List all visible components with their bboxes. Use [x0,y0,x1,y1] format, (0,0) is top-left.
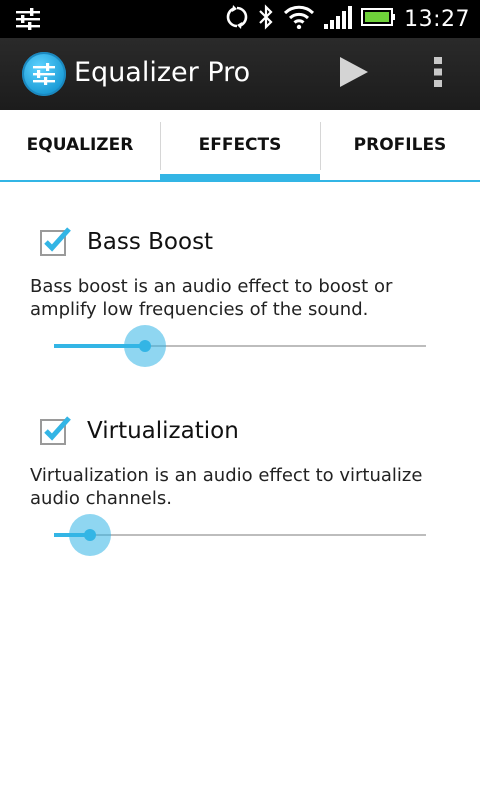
overflow-menu-icon [434,56,442,92]
status-clock: 13:27 [404,6,470,32]
signal-icon [324,5,353,33]
bluetooth-icon [258,4,274,34]
play-icon [339,56,369,92]
virtualization-description: Virtualization is an audio effect to vir… [30,465,423,509]
tab-effects[interactable]: EFFECTS [160,110,320,182]
app-title: Equalizer Pro [74,57,251,88]
wifi-icon [283,5,315,33]
equalizer-notification-icon [16,8,40,34]
bass-boost-title: Bass Boost [87,229,214,255]
battery-icon [361,6,396,32]
app-equalizer-icon[interactable] [22,52,66,96]
sync-icon [225,5,249,33]
status-bar: 13:27 [0,0,480,38]
tab-equalizer[interactable]: EQUALIZER [0,110,160,180]
bass-boost-checkbox[interactable] [40,226,71,256]
checkbox-checked-icon [40,227,71,256]
virtualization-title: Virtualization [87,418,239,444]
tab-profiles[interactable]: PROFILES [320,110,480,180]
virtualization-slider[interactable] [54,510,426,560]
play-button[interactable] [332,52,376,96]
bass-boost-description: Bass boost is an audio effect to boost o… [30,276,393,320]
bass-boost-slider[interactable] [54,321,426,371]
action-bar: Equalizer Pro [0,38,480,110]
slider-thumb[interactable] [84,529,97,541]
checkbox-checked-icon [40,416,71,445]
tab-bar: EQUALIZER EFFECTS PROFILES [0,110,480,182]
virtualization-checkbox[interactable] [40,415,71,445]
overflow-menu-button[interactable] [420,52,456,96]
